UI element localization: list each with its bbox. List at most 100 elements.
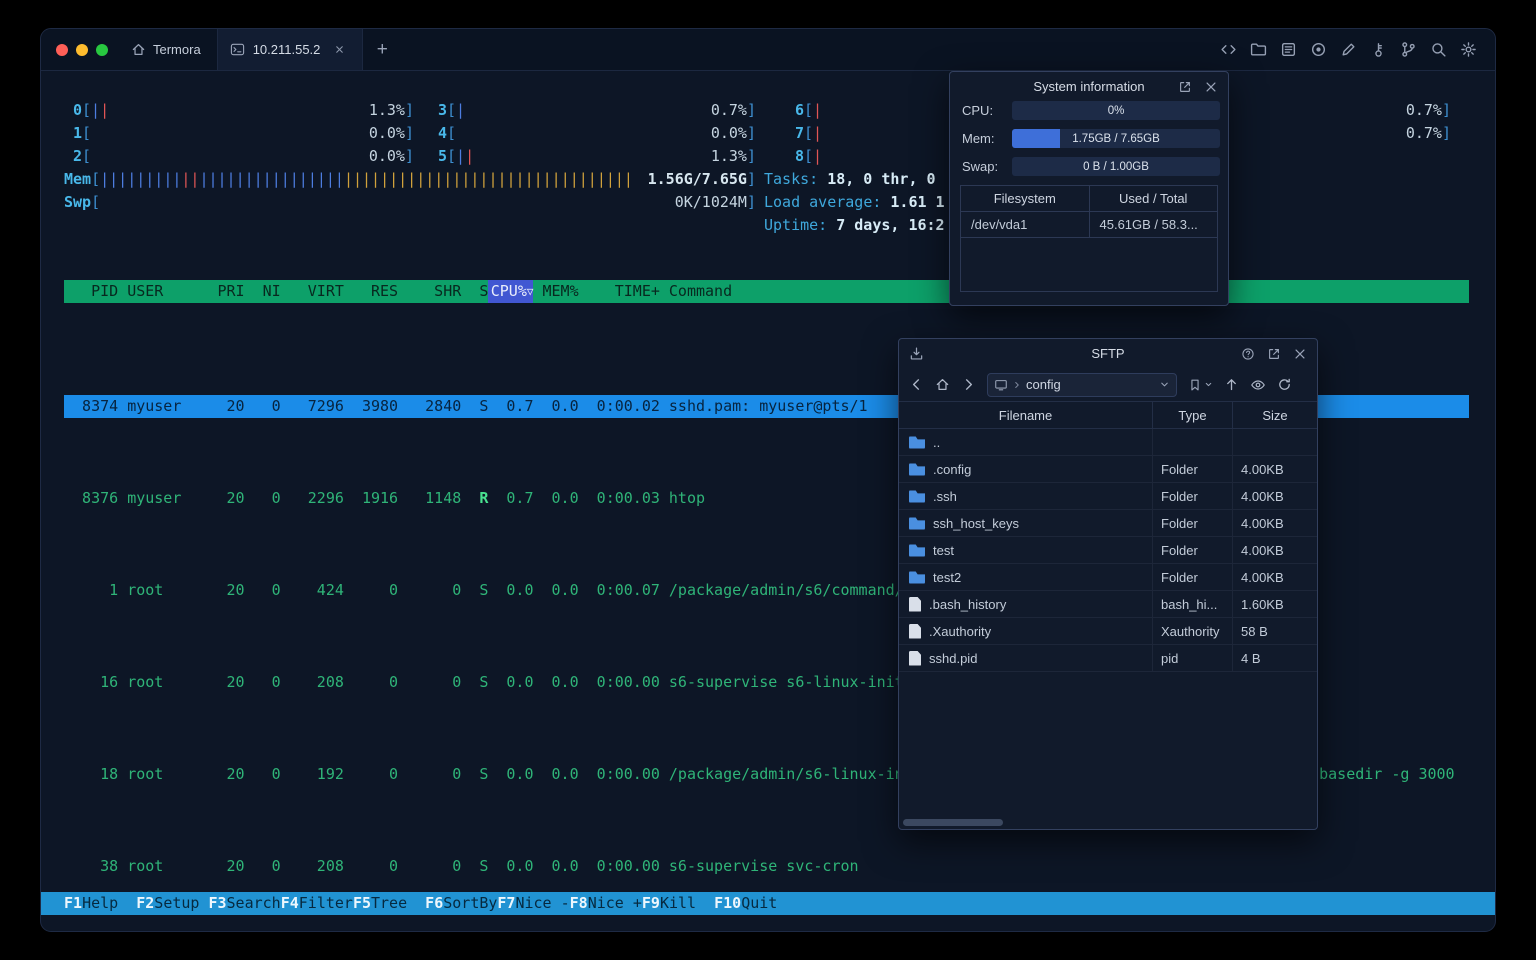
edit-icon[interactable] <box>1340 41 1357 58</box>
settings-icon[interactable] <box>1460 41 1477 58</box>
key-icon[interactable] <box>1370 41 1387 58</box>
system-info-panel: System information CPU: 0% Mem: 1.75GB /… <box>949 71 1229 306</box>
file-type: Folder <box>1152 564 1232 590</box>
function-key[interactable]: F4 Filter <box>281 892 353 915</box>
close-window-button[interactable] <box>56 43 68 56</box>
file-row[interactable]: .Xauthority Xauthority 58 B <box>899 618 1317 645</box>
file-type-icon <box>909 490 925 503</box>
code-icon[interactable] <box>1220 41 1237 58</box>
file-size: 4.00KB <box>1232 564 1317 590</box>
file-type-icon <box>909 623 921 639</box>
column-user[interactable]: USER <box>118 280 208 303</box>
mem-progress-bar: 1.75GB / 7.65GB <box>1012 129 1220 148</box>
file-row[interactable]: .. <box>899 429 1317 456</box>
workspace-tab[interactable]: Termora <box>123 29 217 70</box>
traffic-lights <box>41 43 123 56</box>
refresh-icon[interactable] <box>1277 377 1292 392</box>
column-filename[interactable]: Filename <box>899 402 1152 428</box>
help-icon[interactable] <box>1241 347 1255 361</box>
terminal-icon <box>230 43 244 56</box>
show-hidden-eye-icon[interactable] <box>1250 377 1266 393</box>
column-state[interactable]: S <box>461 280 488 303</box>
close-icon[interactable] <box>1204 80 1218 94</box>
file-row[interactable]: sshd.pid pid 4 B <box>899 645 1317 672</box>
close-icon[interactable] <box>1293 347 1307 361</box>
file-name: .Xauthority <box>929 623 992 639</box>
tasks-line: Tasks: 18, 0 thr, 0 <box>764 170 936 188</box>
download-icon[interactable] <box>909 346 924 361</box>
column-size[interactable]: Size <box>1232 402 1317 428</box>
file-type: Xauthority <box>1152 618 1232 644</box>
function-key[interactable]: F7 Nice - <box>497 892 569 915</box>
open-in-window-icon[interactable] <box>1267 347 1281 361</box>
column-pri[interactable]: PRI <box>208 280 244 303</box>
new-tab-button[interactable]: + <box>363 29 402 71</box>
column-virt[interactable]: VIRT <box>281 280 344 303</box>
column-pid[interactable]: PID <box>64 280 118 303</box>
function-key[interactable]: F2 Setup <box>136 892 208 915</box>
file-size: 4.00KB <box>1232 483 1317 509</box>
column-ni[interactable]: NI <box>245 280 281 303</box>
column-time[interactable]: TIME+ <box>579 280 660 303</box>
function-key[interactable]: F9 Kill <box>642 892 714 915</box>
sort-indicator-icon: ▽ <box>526 285 534 298</box>
cpu-meter-2: 2[0.0%] <box>72 147 414 165</box>
open-in-window-icon[interactable] <box>1178 80 1192 94</box>
file-type-icon <box>909 544 925 557</box>
workspace-label: Termora <box>153 42 201 57</box>
column-cpu-sorted[interactable]: CPU% ▽ <box>488 280 534 303</box>
file-row[interactable]: test2 Folder 4.00KB <box>899 564 1317 591</box>
file-size: 4.00KB <box>1232 456 1317 482</box>
sftp-panel: SFTP config Filename Type Size .. .confi… <box>898 338 1318 830</box>
file-name: .ssh <box>933 488 957 504</box>
column-res[interactable]: RES <box>344 280 398 303</box>
function-key[interactable]: F1 Help <box>64 892 136 915</box>
file-type: bash_hi... <box>1152 591 1232 617</box>
bookmarks-button[interactable] <box>1188 378 1213 392</box>
file-row[interactable]: .ssh Folder 4.00KB <box>899 483 1317 510</box>
log-icon[interactable] <box>1280 41 1297 58</box>
tab-title: 10.211.55.2 <box>252 42 321 57</box>
cpu-meter-3: 3[| 0.7%] <box>437 101 756 119</box>
filesystem-row[interactable]: /dev/vda1 45.61GB / 58.3... <box>961 212 1217 238</box>
upload-icon[interactable] <box>1224 377 1239 392</box>
uptime-line: Uptime: 7 days, 16:2 <box>764 216 945 234</box>
function-key[interactable]: F10 Quit <box>714 892 795 915</box>
filesystem-table: Filesystem Used / Total /dev/vda1 45.61G… <box>960 185 1218 292</box>
app-window: Termora 10.211.55.2 + 0[|| 1.3%] 3[| 0.7%]… <box>40 28 1496 932</box>
sftp-titlebar[interactable]: SFTP <box>899 339 1317 368</box>
back-icon[interactable] <box>909 377 924 392</box>
scrollbar-thumb[interactable] <box>903 819 1003 826</box>
record-icon[interactable] <box>1310 41 1327 58</box>
file-row[interactable]: .bash_history bash_hi... 1.60KB <box>899 591 1317 618</box>
home-icon[interactable] <box>935 377 950 392</box>
file-row[interactable]: .config Folder 4.00KB <box>899 456 1317 483</box>
git-branch-icon[interactable] <box>1400 41 1417 58</box>
folder-icon[interactable] <box>1250 41 1267 58</box>
system-info-titlebar[interactable]: System information <box>950 72 1228 101</box>
file-type: Folder <box>1152 537 1232 563</box>
file-row[interactable]: test Folder 4.00KB <box>899 537 1317 564</box>
search-icon[interactable] <box>1430 41 1447 58</box>
function-key[interactable]: F6 SortBy <box>425 892 497 915</box>
path-selector[interactable]: config <box>987 372 1177 397</box>
file-name: .bash_history <box>929 596 1007 612</box>
horizontal-scrollbar[interactable] <box>901 818 1315 827</box>
function-key[interactable]: F3 Search <box>208 892 280 915</box>
process-row[interactable]: 38 root 20 0 208 0 0 S 0.0 0.0 0:00.00 s… <box>64 855 1469 878</box>
function-key[interactable]: F5 Tree <box>353 892 425 915</box>
terminal-tab[interactable]: 10.211.55.2 <box>216 29 363 70</box>
file-size: 1.60KB <box>1232 591 1317 617</box>
column-shr[interactable]: SHR <box>398 280 461 303</box>
file-row[interactable]: ssh_host_keys Folder 4.00KB <box>899 510 1317 537</box>
htop-screen-tabs: MainI/O <box>64 257 231 303</box>
column-mem[interactable]: MEM% <box>533 280 579 303</box>
minimize-window-button[interactable] <box>76 43 88 56</box>
process-table-header: PID USER PRI NI VIRT RES SHR S CPU% ▽ MEM… <box>64 280 1469 303</box>
function-key[interactable]: F8 Nice + <box>570 892 642 915</box>
forward-icon[interactable] <box>961 377 976 392</box>
zoom-window-button[interactable] <box>96 43 108 56</box>
close-tab-icon[interactable] <box>334 44 345 55</box>
chevron-right-icon <box>1015 381 1019 388</box>
column-type[interactable]: Type <box>1152 402 1232 428</box>
